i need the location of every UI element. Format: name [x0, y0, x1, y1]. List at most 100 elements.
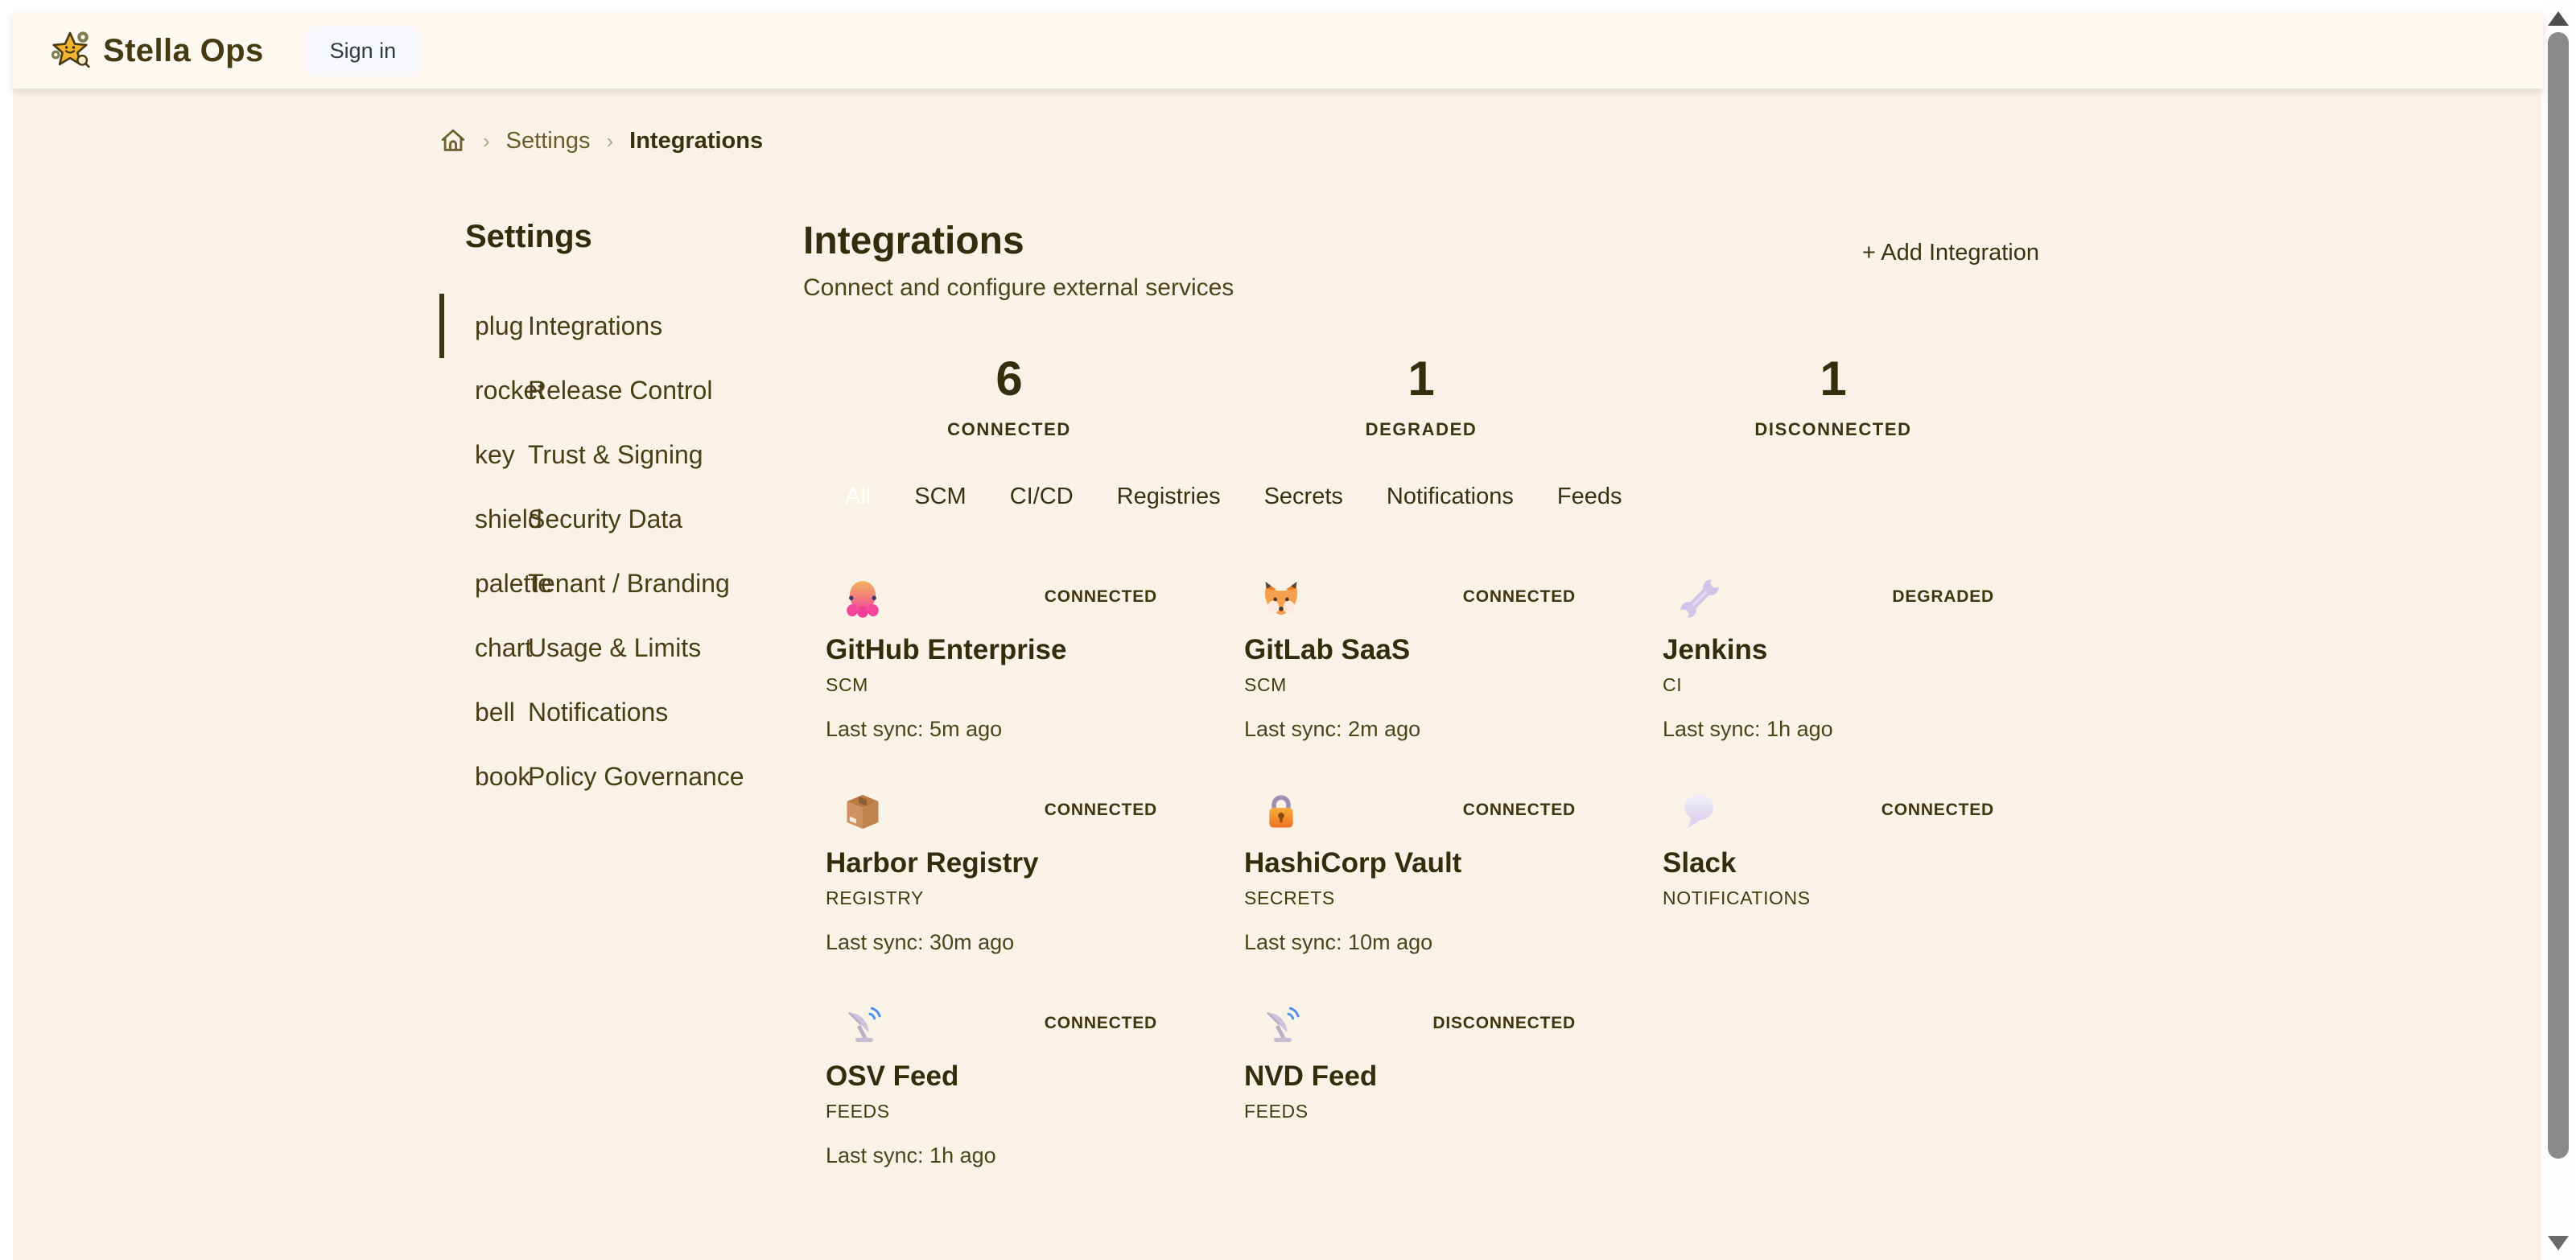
stat-degraded: 1 DEGRADED: [1215, 350, 1627, 440]
tab-all[interactable]: All: [845, 484, 871, 510]
breadcrumb-settings[interactable]: Settings: [506, 128, 591, 154]
tab-scm[interactable]: SCM: [914, 484, 966, 510]
card-hashicorp-vault[interactable]: CONNECTED HashiCorp Vault SECRETS Last s…: [1244, 791, 1614, 956]
book-icon: book: [475, 762, 528, 792]
integration-name: Harbor Registry: [826, 847, 1196, 879]
sidebar-item-policy-governance[interactable]: book Policy Governance: [439, 744, 803, 809]
sidebar-item-usage-limits[interactable]: chart Usage & Limits: [439, 616, 803, 680]
package-icon: [842, 791, 884, 833]
scroll-down-arrow-icon[interactable]: [2548, 1236, 2569, 1250]
integration-type: FEEDS: [826, 1101, 1196, 1122]
scroll-up-arrow-icon[interactable]: [2548, 11, 2569, 26]
last-sync: Last sync: 2m ago: [1244, 717, 1614, 743]
main-header: Integrations Connect and configure exter…: [803, 219, 2039, 302]
integrations-panel: Integrations Connect and configure exter…: [803, 219, 2039, 1233]
octopus-icon: [842, 578, 884, 620]
status-badge: DISCONNECTED: [1432, 1014, 1576, 1033]
app-root: Stella Ops Sign in › Settings › Integrat…: [0, 0, 2575, 1260]
lock-icon: [1260, 791, 1302, 833]
tab-cicd[interactable]: CI/CD: [1010, 484, 1074, 510]
shield-icon: shield: [475, 504, 528, 534]
last-sync: Last sync: 1h ago: [1663, 717, 2033, 743]
integration-name: NVD Feed: [1244, 1060, 1614, 1093]
integration-name: OSV Feed: [826, 1060, 1196, 1093]
sign-in-button[interactable]: Sign in: [306, 26, 421, 76]
status-badge: CONNECTED: [1463, 587, 1576, 607]
last-sync: Last sync: 1h ago: [826, 1143, 1196, 1169]
home-icon[interactable]: [439, 127, 467, 154]
integration-type: NOTIFICATIONS: [1663, 887, 2033, 909]
integration-name: HashiCorp Vault: [1244, 847, 1614, 879]
integration-name: GitHub Enterprise: [826, 634, 1196, 666]
chevron-right-icon: ›: [606, 129, 613, 154]
page-subtitle: Connect and configure external services: [803, 274, 1234, 302]
sidebar-item-notifications[interactable]: bell Notifications: [439, 680, 803, 744]
fox-icon: [1260, 578, 1302, 620]
last-sync: [1244, 1143, 1614, 1169]
integration-name: Slack: [1663, 847, 2033, 879]
card-gitlab-saas[interactable]: CONNECTED GitLab SaaS SCM Last sync: 2m …: [1244, 578, 1614, 743]
brand-title: Stella Ops: [103, 33, 264, 69]
status-badge: CONNECTED: [1045, 1014, 1157, 1033]
card-github-enterprise[interactable]: CONNECTED GitHub Enterprise SCM Last syn…: [826, 578, 1196, 743]
topbar: Stella Ops Sign in: [13, 13, 2543, 89]
speech-balloon-icon: [1679, 791, 1721, 833]
status-summary: 6 CONNECTED 1 DEGRADED 1 DISCONNECTED: [803, 350, 2039, 440]
stella-ops-logo-icon: [48, 29, 92, 72]
wrench-icon: [1679, 578, 1721, 620]
stat-disconnected: 1 DISCONNECTED: [1627, 350, 2039, 440]
status-badge: CONNECTED: [1463, 801, 1576, 820]
sidebar-item-trust-signing[interactable]: key Trust & Signing: [439, 422, 803, 487]
status-badge: DEGRADED: [1892, 587, 1994, 607]
add-integration-button[interactable]: + Add Integration: [1862, 240, 2039, 266]
plug-icon: plug: [475, 311, 528, 341]
integration-type: SECRETS: [1244, 887, 1614, 909]
card-harbor-registry[interactable]: CONNECTED Harbor Registry REGISTRY Last …: [826, 791, 1196, 956]
sidebar-item-integrations[interactable]: plug Integrations: [439, 294, 803, 358]
last-sync: Last sync: 10m ago: [1244, 930, 1614, 956]
status-badge: CONNECTED: [1882, 801, 1994, 820]
content-area: Settings plug Integrations rocket Releas…: [439, 219, 2030, 1233]
last-sync: Last sync: 30m ago: [826, 930, 1196, 956]
tab-feeds[interactable]: Feeds: [1557, 484, 1622, 510]
card-osv-feed[interactable]: CONNECTED OSV Feed FEEDS Last sync: 1h a…: [826, 1004, 1196, 1169]
status-badge: CONNECTED: [1045, 587, 1157, 607]
satellite-icon: [1260, 1004, 1302, 1046]
integration-type: FEEDS: [1244, 1101, 1614, 1122]
last-sync: Last sync: 5m ago: [826, 717, 1196, 743]
rocket-icon: rocket: [475, 376, 528, 406]
breadcrumb-integrations: Integrations: [629, 128, 763, 154]
sidebar-item-security-data[interactable]: shield Security Data: [439, 487, 803, 551]
tab-registries[interactable]: Registries: [1117, 484, 1221, 510]
app-frame: Stella Ops Sign in › Settings › Integrat…: [13, 13, 2543, 1260]
scrollbar-thumb[interactable]: [2548, 32, 2569, 1159]
tab-notifications[interactable]: Notifications: [1387, 484, 1514, 510]
palette-icon: palette: [475, 569, 528, 599]
integration-type: SCM: [826, 674, 1196, 696]
breadcrumb: › Settings › Integrations: [439, 127, 2543, 154]
sidebar-item-release-control[interactable]: rocket Release Control: [439, 358, 803, 422]
integration-type: CI: [1663, 674, 2033, 696]
settings-sidebar: Settings plug Integrations rocket Releas…: [439, 219, 803, 809]
sidebar-title: Settings: [465, 219, 803, 255]
bell-icon: bell: [475, 698, 528, 727]
card-nvd-feed[interactable]: DISCONNECTED NVD Feed FEEDS: [1244, 1004, 1614, 1169]
integration-type: SCM: [1244, 674, 1614, 696]
card-jenkins[interactable]: DEGRADED Jenkins CI Last sync: 1h ago: [1663, 578, 2033, 743]
scrollbar[interactable]: [2541, 0, 2575, 1260]
sidebar-nav: plug Integrations rocket Release Control…: [439, 294, 803, 809]
key-icon: key: [475, 440, 528, 470]
last-sync: [1663, 930, 2033, 956]
satellite-icon: [842, 1004, 884, 1046]
sidebar-item-tenant-branding[interactable]: palette Tenant / Branding: [439, 551, 803, 616]
stat-connected: 6 CONNECTED: [803, 350, 1215, 440]
integration-name: GitLab SaaS: [1244, 634, 1614, 666]
page-title: Integrations: [803, 219, 1234, 263]
integration-type: REGISTRY: [826, 887, 1196, 909]
chevron-right-icon: ›: [483, 129, 490, 154]
category-tabs: All SCM CI/CD Registries Secrets Notific…: [845, 484, 2039, 510]
card-slack[interactable]: CONNECTED Slack NOTIFICATIONS: [1663, 791, 2033, 956]
tab-secrets[interactable]: Secrets: [1264, 484, 1343, 510]
chart-icon: chart: [475, 633, 528, 663]
integration-cards: CONNECTED GitHub Enterprise SCM Last syn…: [826, 578, 2039, 1169]
